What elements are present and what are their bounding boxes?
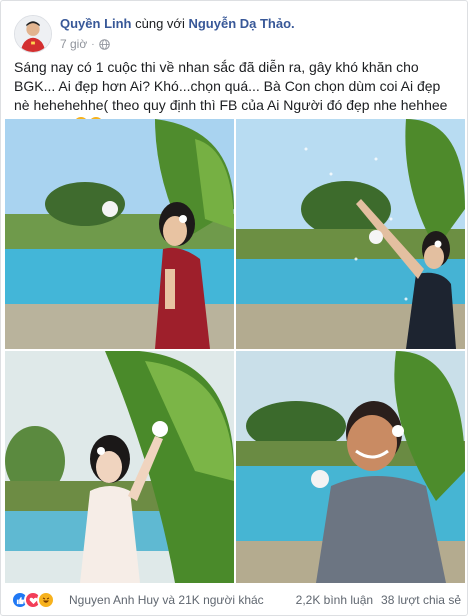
globe-icon[interactable]	[98, 38, 110, 50]
with-text: cùng với	[135, 16, 185, 31]
post-title-line: Quyền Linh cùng với Nguyễn Dạ Thảo.	[60, 16, 295, 31]
tagged-name-link[interactable]: Nguyễn Dạ Thảo.	[188, 16, 294, 31]
post-footer: Nguyen Anh Huy và 21K người khác 2,2K bì…	[11, 590, 461, 612]
post-meta: 7 giờ ·	[60, 37, 110, 51]
reaction-icons[interactable]	[11, 591, 55, 609]
avatar[interactable]	[14, 15, 52, 53]
photo-girl-black-dress-flowers[interactable]	[236, 119, 465, 349]
post-card: Quyền Linh cùng với Nguyễn Dạ Thảo. 7 gi…	[0, 0, 468, 616]
post-time-link[interactable]: 7 giờ	[60, 37, 87, 51]
haha-icon	[37, 591, 55, 609]
shares-count-link[interactable]: 38 lượt chia sẻ	[381, 593, 461, 607]
comments-count-link[interactable]: 2,2K bình luận	[296, 593, 373, 607]
post-counts: 2,2K bình luận 38 lượt chia sẻ	[296, 593, 461, 607]
photo-woman-white-dress-tree[interactable]	[5, 351, 234, 583]
author-name-link[interactable]: Quyền Linh	[60, 16, 132, 31]
meta-separator: ·	[91, 38, 95, 50]
post-header: Quyền Linh cùng với Nguyễn Dạ Thảo. 7 gi…	[14, 13, 454, 53]
photo-girl-red-dress-pool[interactable]	[5, 119, 234, 349]
photo-man-flower-ear-pool[interactable]	[236, 351, 465, 583]
reaction-summary-link[interactable]: Nguyen Anh Huy và 21K người khác	[69, 593, 264, 607]
photo-grid	[5, 119, 465, 583]
